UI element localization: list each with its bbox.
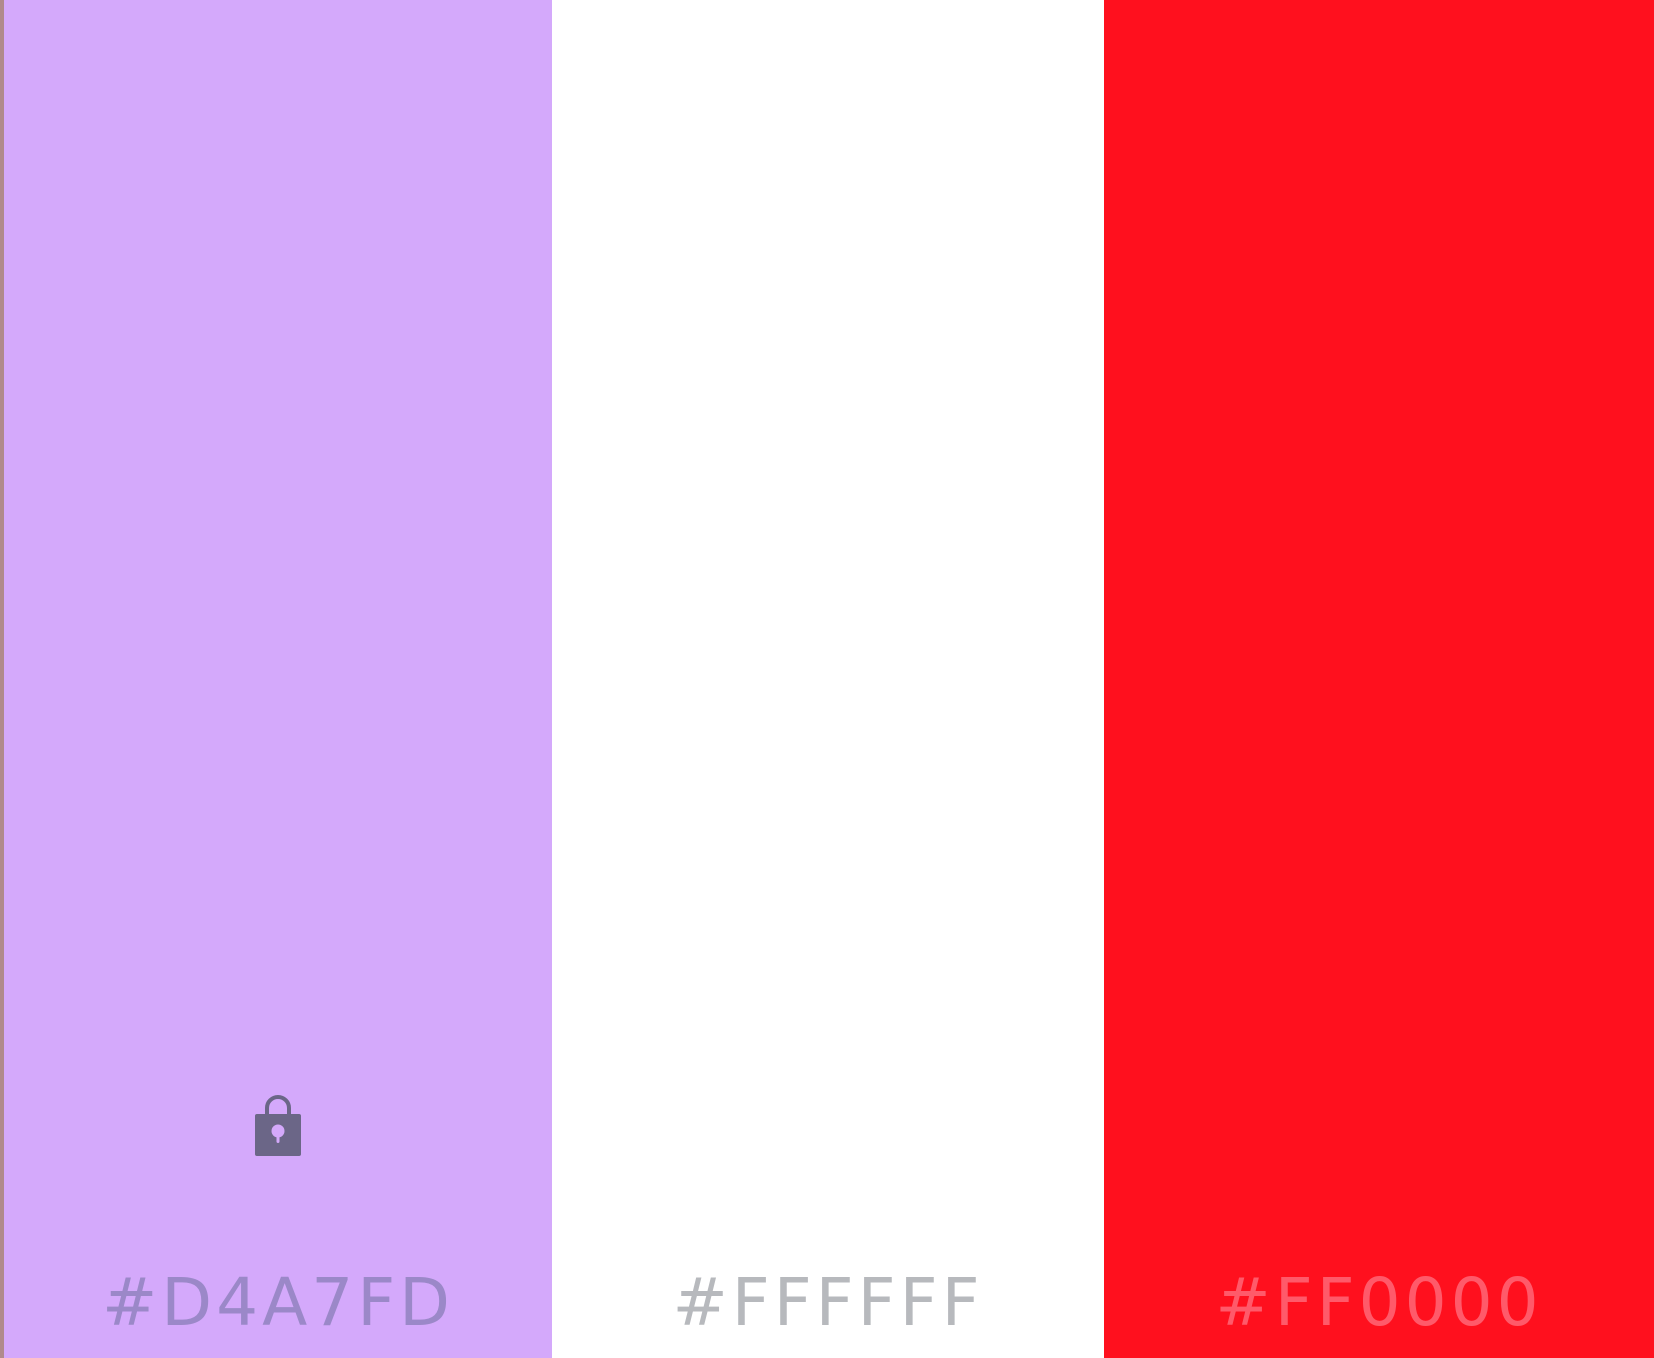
color-swatch-3[interactable]: #FF0000 bbox=[1104, 0, 1654, 1358]
color-swatch-2[interactable]: #FFFFFF bbox=[552, 0, 1104, 1358]
color-palette: #D4A7FD #FFFFFF #FF0000 bbox=[0, 0, 1654, 1358]
lock-icon bbox=[255, 1095, 301, 1156]
color-swatch-1[interactable]: #D4A7FD bbox=[4, 0, 552, 1358]
lock-button[interactable] bbox=[253, 1094, 303, 1158]
hex-code-label[interactable]: #FFFFFF bbox=[552, 1270, 1104, 1336]
hex-code-label[interactable]: #FF0000 bbox=[1104, 1270, 1654, 1336]
hex-code-label[interactable]: #D4A7FD bbox=[4, 1270, 552, 1336]
